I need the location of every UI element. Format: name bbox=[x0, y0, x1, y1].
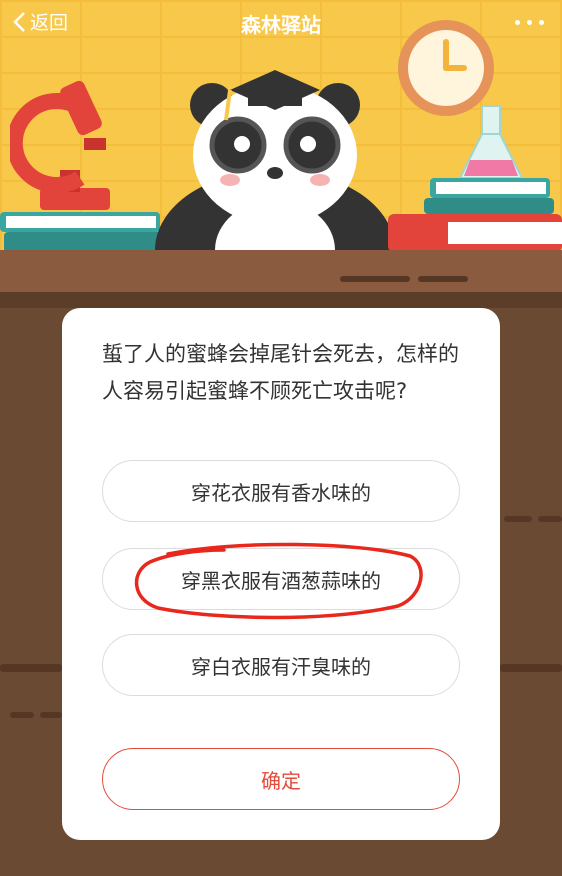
desk-surface bbox=[0, 250, 562, 296]
wood-grain bbox=[40, 712, 62, 718]
more-menu-button[interactable] bbox=[512, 10, 548, 34]
option-1[interactable]: 穿花衣服有香水味的 bbox=[102, 460, 460, 522]
dot-icon bbox=[527, 20, 532, 25]
wood-grain bbox=[504, 516, 532, 522]
page-title: 森林驿站 bbox=[241, 13, 321, 37]
confirm-label: 确定 bbox=[261, 768, 301, 793]
books-left-icon bbox=[0, 212, 168, 254]
books-right-icon bbox=[388, 178, 562, 252]
flask-icon bbox=[458, 105, 524, 179]
dot-icon bbox=[539, 20, 544, 25]
wood-grain bbox=[10, 712, 34, 718]
option-3[interactable]: 穿白衣服有汗臭味的 bbox=[102, 634, 460, 696]
dot-icon bbox=[515, 20, 520, 25]
panda-mascot-icon bbox=[155, 70, 395, 255]
wood-grain bbox=[0, 664, 62, 672]
question-text: 蜇了人的蜜蜂会掉尾针会死去，怎样的人容易引起蜜蜂不顾死亡攻击呢? bbox=[102, 342, 459, 403]
desk-edge bbox=[0, 292, 562, 308]
nav-bar: 返回 森林驿站 bbox=[0, 0, 562, 44]
wood-grain bbox=[500, 664, 562, 672]
annotation-circle-mark bbox=[134, 542, 423, 620]
option-label: 穿花衣服有香水味的 bbox=[191, 480, 371, 505]
wood-grain bbox=[340, 276, 410, 282]
option-label: 穿白衣服有汗臭味的 bbox=[191, 654, 371, 679]
confirm-button[interactable]: 确定 bbox=[102, 748, 460, 810]
microscope-icon bbox=[10, 80, 110, 210]
wood-grain bbox=[538, 516, 562, 522]
wood-grain bbox=[418, 276, 468, 282]
